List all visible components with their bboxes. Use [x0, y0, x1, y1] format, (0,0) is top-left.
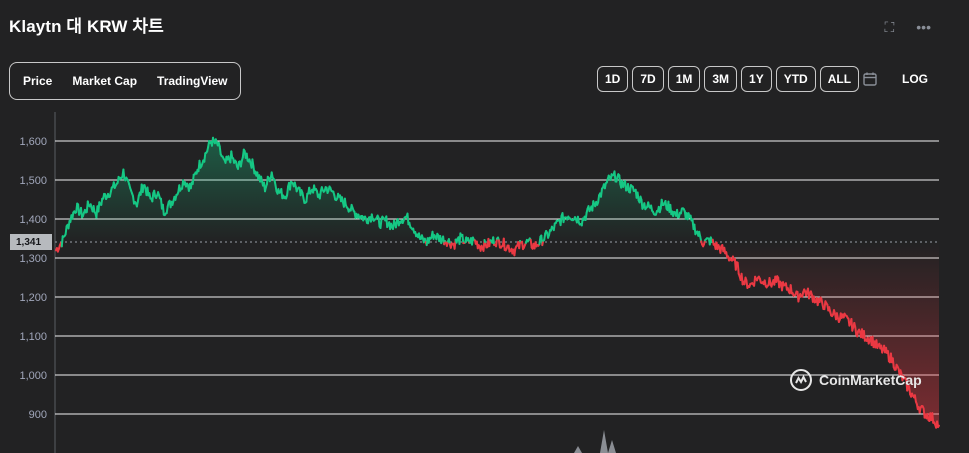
- price-line-segment: [613, 170, 617, 183]
- price-line-segment: [597, 194, 601, 204]
- price-line-segment: [377, 216, 381, 228]
- price-line-segment: [245, 152, 249, 162]
- y-tick-label: 1,000: [19, 370, 47, 382]
- price-line-segment: [497, 239, 501, 249]
- price-line-segment: [495, 237, 498, 248]
- price-line-segment: [305, 192, 309, 203]
- price-line-segment: [461, 233, 465, 245]
- price-line-segment: [552, 222, 556, 232]
- price-line-segment: [64, 225, 68, 236]
- price-line-segment: [736, 261, 740, 275]
- price-line-segment: [141, 184, 145, 194]
- price-line-segment: [492, 236, 496, 246]
- y-tick-label: 1,300: [19, 253, 47, 265]
- price-line-segment: [165, 205, 169, 215]
- y-tick-label: 900: [29, 409, 47, 421]
- volume-bar: [608, 440, 616, 453]
- price-line-segment: [891, 357, 895, 369]
- y-tick-label: 1,400: [19, 214, 47, 226]
- price-line-segment: [600, 187, 603, 198]
- price-line-segment: [394, 219, 398, 229]
- price-line-segment: [289, 180, 292, 191]
- price-line-segment: [627, 183, 630, 193]
- volume-bar: [574, 446, 582, 453]
- price-line-segment: [502, 237, 506, 251]
- price-line-segment: [122, 168, 126, 180]
- price-line-segment: [286, 185, 290, 197]
- price-line-segment: [203, 152, 207, 163]
- price-line-segment: [676, 208, 679, 219]
- price-line-segment: [887, 350, 890, 363]
- watermark-text: CoinMarketCap: [819, 372, 922, 388]
- price-line-segment: [584, 211, 588, 221]
- y-tick-label: 1,100: [19, 331, 47, 343]
- price-line-segment: [406, 212, 410, 226]
- price-line-segment: [538, 235, 542, 246]
- price-line-segment: [664, 200, 668, 210]
- price-line-segment: [719, 245, 723, 254]
- price-line-segment: [379, 217, 383, 229]
- price-line-segment: [318, 190, 322, 200]
- price-line-segment: [734, 261, 738, 271]
- y-tick-label: 1,200: [19, 292, 47, 304]
- current-price-tag: 1,341: [10, 234, 52, 250]
- price-line-segment: [624, 180, 628, 192]
- price-line-segment: [237, 160, 240, 170]
- price-line-segment: [75, 202, 79, 214]
- price-line-segment: [862, 330, 866, 342]
- y-tick-label: 1,600: [19, 136, 47, 148]
- price-line-segment: [931, 412, 935, 424]
- price-line-segment: [789, 284, 793, 295]
- y-tick-label: 1,500: [19, 175, 47, 187]
- price-line-segment: [60, 235, 64, 248]
- price-line-segment: [636, 191, 640, 202]
- price-line-segment: [191, 173, 195, 185]
- below-reference-fill: [56, 242, 939, 428]
- price-line-segment: [937, 424, 940, 429]
- price-line-segment: [618, 174, 622, 186]
- coinmarketcap-logo-icon: [790, 369, 812, 391]
- volume-bar: [600, 430, 608, 453]
- coinmarketcap-watermark: CoinMarketCap: [789, 368, 922, 392]
- price-line-segment: [559, 214, 563, 227]
- price-line-segment: [218, 145, 222, 156]
- price-line-segment: [161, 203, 165, 216]
- price-line-segment: [854, 326, 858, 336]
- price-line-segment: [529, 238, 533, 249]
- price-line-segment: [151, 192, 155, 203]
- price-line-segment: [251, 158, 255, 168]
